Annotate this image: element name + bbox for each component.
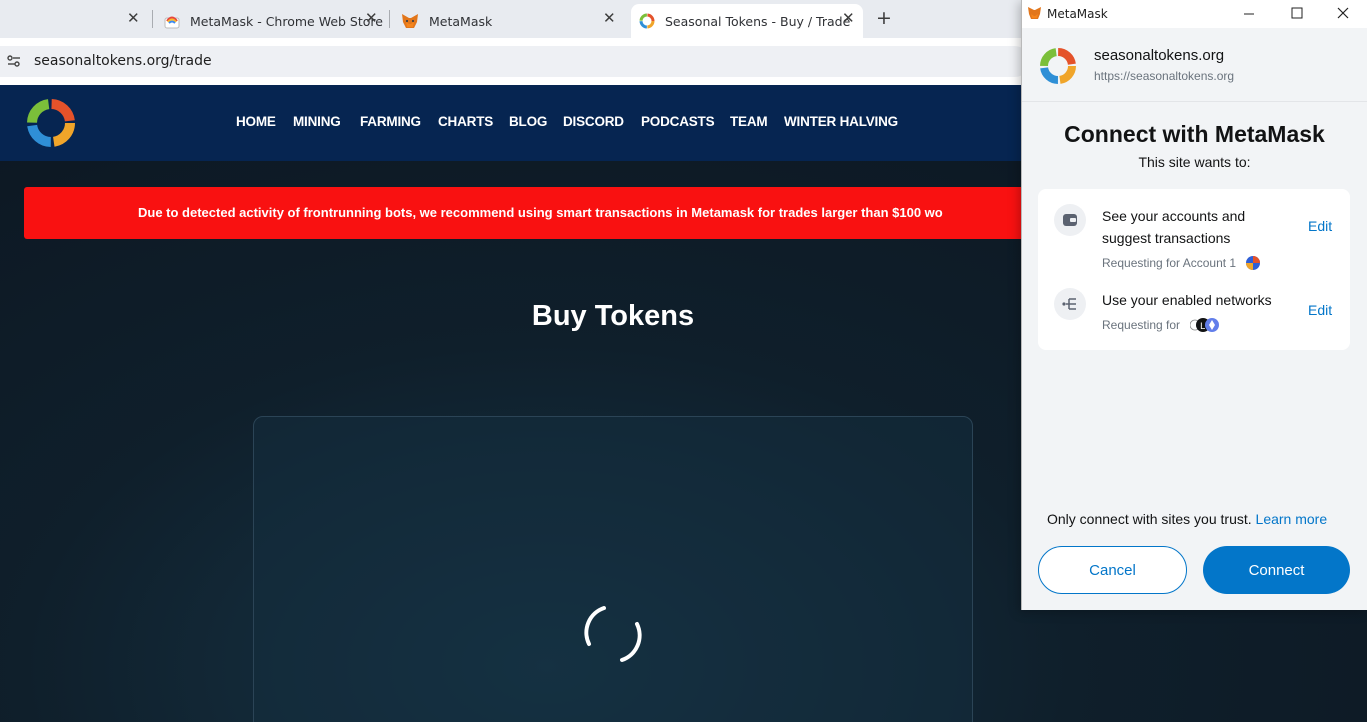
network-icon bbox=[1054, 288, 1086, 320]
tab-seasonal-tokens[interactable]: Seasonal Tokens - Buy / Trade bbox=[631, 4, 863, 38]
nav-team[interactable]: TEAM bbox=[730, 114, 768, 129]
metamask-fox-icon bbox=[1028, 7, 1041, 19]
edit-networks-link[interactable]: Edit bbox=[1308, 302, 1332, 318]
nav-charts[interactable]: CHARTS bbox=[438, 114, 493, 129]
nav-farming[interactable]: FARMING bbox=[360, 114, 421, 129]
svg-text:L: L bbox=[1200, 322, 1205, 332]
cancel-button[interactable]: Cancel bbox=[1038, 546, 1187, 594]
permission-line: See your accounts and bbox=[1102, 208, 1246, 224]
maximize-icon[interactable] bbox=[1291, 7, 1303, 19]
seasonal-tokens-icon bbox=[639, 13, 655, 29]
minimize-icon[interactable] bbox=[1243, 6, 1255, 20]
site-info-icon[interactable] bbox=[6, 53, 22, 69]
connect-button[interactable]: Connect bbox=[1203, 546, 1350, 594]
learn-more-link[interactable]: Learn more bbox=[1256, 511, 1328, 527]
metamask-fox-icon bbox=[402, 14, 418, 28]
url-text[interactable]: seasonaltokens.org/trade bbox=[34, 53, 212, 69]
nav-discord[interactable]: DISCORD bbox=[563, 114, 624, 129]
tab-metamask[interactable]: MetaMask bbox=[397, 4, 625, 38]
popup-body bbox=[1022, 102, 1367, 610]
permission-line: suggest transactions bbox=[1102, 230, 1231, 246]
edit-accounts-link[interactable]: Edit bbox=[1308, 218, 1332, 234]
tab-label: Seasonal Tokens - Buy / Trade bbox=[665, 13, 851, 29]
trust-text: Only connect with sites you trust. bbox=[1047, 511, 1252, 527]
close-icon[interactable] bbox=[1337, 7, 1349, 19]
nav-mining[interactable]: MINING bbox=[293, 114, 341, 129]
loading-spinner-icon bbox=[584, 606, 642, 662]
alert-text: Due to detected activity of frontrunning… bbox=[138, 205, 943, 220]
connect-subheading: This site wants to: bbox=[1138, 154, 1251, 170]
wallet-icon bbox=[1054, 204, 1086, 236]
seasonal-tokens-logo[interactable] bbox=[24, 96, 78, 150]
popup-title: MetaMask bbox=[1047, 7, 1108, 21]
tab-separator bbox=[152, 10, 153, 28]
close-tab-icon[interactable]: ✕ bbox=[603, 9, 616, 27]
close-tab-icon[interactable]: ✕ bbox=[127, 9, 140, 27]
site-url: https://seasonaltokens.org bbox=[1094, 69, 1235, 83]
new-tab-icon[interactable]: + bbox=[876, 7, 892, 29]
account-avatar bbox=[1246, 256, 1260, 270]
nav-winter-halving[interactable]: WINTER HALVING bbox=[784, 114, 898, 129]
chrome-web-store-icon bbox=[164, 16, 180, 29]
permission-networks-label: Use your enabled networks bbox=[1102, 292, 1272, 308]
network-avatars: L bbox=[1190, 318, 1219, 332]
tab-chrome-web-store[interactable]: MetaMask - Chrome Web Store bbox=[160, 4, 388, 38]
tab-label: MetaMask bbox=[429, 13, 493, 29]
permission-networks-sub: Requesting for bbox=[1102, 318, 1181, 332]
permission-accounts-label: See your accounts and suggest transactio… bbox=[1102, 205, 1245, 249]
nav-blog[interactable]: BLOG bbox=[509, 114, 547, 129]
trade-widget-card bbox=[253, 416, 973, 722]
close-tab-icon[interactable]: ✕ bbox=[365, 9, 378, 27]
tab-separator bbox=[389, 10, 390, 28]
connect-heading: Connect with MetaMask bbox=[1064, 121, 1325, 147]
tab-label: MetaMask - Chrome Web Store bbox=[190, 13, 383, 29]
nav-podcasts[interactable]: PODCASTS bbox=[641, 114, 715, 129]
trust-notice: Only connect with sites you trust. Learn… bbox=[1047, 511, 1327, 527]
close-tab-icon[interactable]: ✕ bbox=[842, 9, 855, 27]
site-favicon bbox=[1040, 48, 1076, 84]
permission-accounts-sub: Requesting for Account 1 bbox=[1102, 256, 1237, 270]
site-name: seasonaltokens.org bbox=[1094, 47, 1225, 64]
nav-home[interactable]: HOME bbox=[236, 114, 276, 129]
